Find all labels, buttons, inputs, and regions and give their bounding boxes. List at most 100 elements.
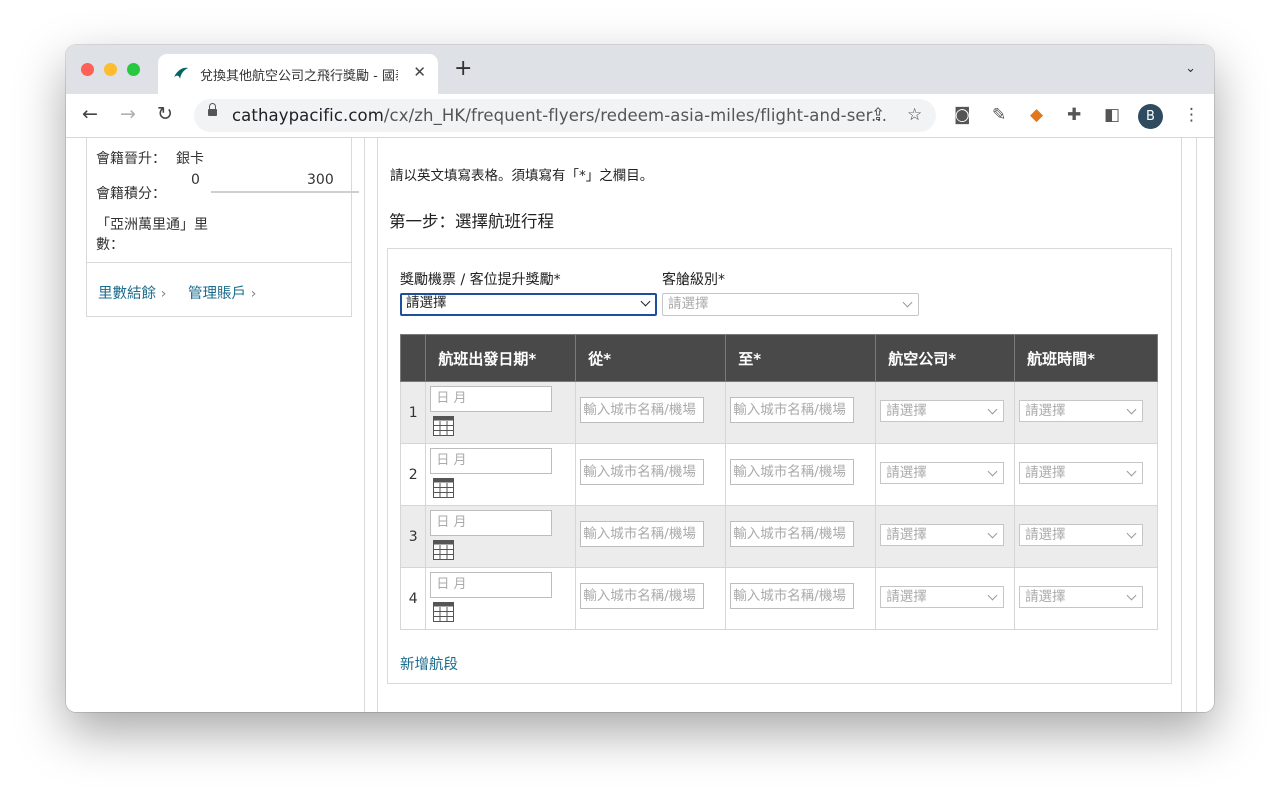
camera-icon[interactable]: ◙ bbox=[954, 106, 971, 124]
column-divider-inner bbox=[377, 138, 378, 712]
header-from: 從* bbox=[575, 334, 727, 382]
from-cell: 輸入城市名稱/機場 bbox=[575, 505, 727, 568]
flight-segments-table: 航班出發日期* 從* 至* 航空公司* 航班時間* 1 日 月 輸入城市名稱/機… bbox=[399, 334, 1158, 630]
date-input[interactable]: 日 月 bbox=[430, 448, 553, 474]
eyedropper-extension-icon[interactable]: ✎ bbox=[992, 106, 1006, 124]
to-input[interactable]: 輸入城市名稱/機場 bbox=[730, 459, 855, 485]
chevron-right-icon: › bbox=[250, 286, 257, 302]
miles-label-line2: 數： bbox=[96, 237, 124, 253]
active-tab[interactable]: 兌換其他航空公司之飛行獎勵 - 國泰航空 ✕ bbox=[158, 54, 438, 94]
from-input[interactable]: 輸入城市名稱/機場 bbox=[580, 521, 705, 547]
flight-time-select[interactable]: 請選擇 bbox=[1019, 524, 1144, 546]
manage-account-link[interactable]: 管理賬戶 › bbox=[188, 282, 256, 303]
chevron-down-icon bbox=[987, 404, 998, 415]
browser-toolbar: ← → ↻ cathaypacific.com/cx/zh_HK/frequen… bbox=[66, 94, 1214, 138]
back-arrow-icon[interactable]: ← bbox=[82, 103, 98, 125]
calendar-icon[interactable] bbox=[433, 602, 455, 622]
to-input[interactable]: 輸入城市名稱/機場 bbox=[730, 521, 855, 547]
to-cell: 輸入城市名稱/機場 bbox=[725, 505, 877, 568]
header-departure-date: 航班出發日期* bbox=[425, 334, 577, 382]
award-type-select[interactable]: 請選擇 bbox=[400, 293, 657, 316]
calendar-icon[interactable] bbox=[433, 416, 455, 436]
address-bar[interactable]: cathaypacific.com/cx/zh_HK/frequent-flye… bbox=[194, 99, 936, 132]
date-cell: 日 月 bbox=[425, 381, 577, 444]
airline-select[interactable]: 請選擇 bbox=[880, 400, 1005, 422]
table-header-row: 航班出發日期* 從* 至* 航空公司* 航班時間* bbox=[399, 334, 1158, 382]
date-input[interactable]: 日 月 bbox=[430, 572, 553, 598]
tab-bar: 兌換其他航空公司之飛行獎勵 - 國泰航空 ✕ + ⌄ bbox=[66, 45, 1214, 94]
from-input[interactable]: 輸入城市名稱/機場 bbox=[580, 459, 705, 485]
chevron-down-icon bbox=[987, 528, 998, 539]
points-max: 300 bbox=[307, 172, 334, 188]
to-input[interactable]: 輸入城市名稱/機場 bbox=[730, 397, 855, 423]
more-menu-icon[interactable]: ⋮ bbox=[1183, 106, 1200, 124]
column-divider-right-outer bbox=[1196, 138, 1197, 712]
new-tab-button[interactable]: + bbox=[454, 58, 472, 80]
row-number: 1 bbox=[399, 381, 427, 444]
points-label: 會籍積分： bbox=[96, 186, 166, 202]
reload-icon[interactable]: ↻ bbox=[157, 103, 173, 125]
lock-icon bbox=[208, 103, 217, 116]
date-cell: 日 月 bbox=[425, 505, 577, 568]
time-cell: 請選擇 bbox=[1014, 567, 1158, 630]
add-segment-link[interactable]: 新增航段 bbox=[400, 653, 458, 674]
metamask-fox-icon[interactable]: ◆ bbox=[1030, 106, 1043, 124]
itinerary-form: 獎勵機票 / 客位提升獎勵* 客艙級別* 請選擇 請選擇 航班出發日期* 從* … bbox=[387, 248, 1172, 684]
row-number: 3 bbox=[399, 505, 427, 568]
close-tab-icon[interactable]: ✕ bbox=[413, 63, 426, 81]
panel-divider bbox=[87, 262, 351, 263]
browser-window: 兌換其他航空公司之飛行獎勵 - 國泰航空 ✕ + ⌄ ← → ↻ cathayp… bbox=[66, 45, 1214, 712]
chevron-down-icon bbox=[987, 590, 998, 601]
time-cell: 請選擇 bbox=[1014, 381, 1158, 444]
time-cell: 請選擇 bbox=[1014, 505, 1158, 568]
forward-arrow-icon[interactable]: → bbox=[120, 103, 136, 125]
extensions-puzzle-icon[interactable]: ✚ bbox=[1067, 106, 1081, 124]
share-icon[interactable]: ⇪ bbox=[871, 105, 885, 125]
flight-time-select[interactable]: 請選擇 bbox=[1019, 400, 1144, 422]
date-input[interactable]: 日 月 bbox=[430, 386, 553, 412]
header-flight-time: 航班時間* bbox=[1014, 334, 1158, 382]
to-input[interactable]: 輸入城市名稱/機場 bbox=[730, 583, 855, 609]
chevron-down-icon bbox=[1126, 528, 1137, 539]
date-input[interactable]: 日 月 bbox=[430, 510, 553, 536]
flight-time-select[interactable]: 請選擇 bbox=[1019, 462, 1144, 484]
airline-cell: 請選擇 bbox=[875, 567, 1016, 630]
points-min: 0 bbox=[191, 172, 200, 188]
close-window-button[interactable] bbox=[81, 63, 94, 76]
airline-cell: 請選擇 bbox=[875, 443, 1016, 506]
date-cell: 日 月 bbox=[425, 567, 577, 630]
airline-cell: 請選擇 bbox=[875, 505, 1016, 568]
tier-label: 會籍晉升： bbox=[96, 151, 166, 167]
minimize-window-button[interactable] bbox=[104, 63, 117, 76]
chevron-down-icon bbox=[1126, 404, 1137, 415]
chevron-down-icon bbox=[1126, 590, 1137, 601]
cabin-class-select[interactable]: 請選擇 bbox=[662, 293, 919, 316]
chevron-down-icon bbox=[1126, 466, 1137, 477]
tab-search-chevron-icon[interactable]: ⌄ bbox=[1185, 61, 1196, 76]
chevron-down-icon bbox=[902, 297, 913, 308]
from-cell: 輸入城市名稱/機場 bbox=[575, 443, 727, 506]
profile-avatar[interactable]: B bbox=[1138, 104, 1163, 129]
header-row-number bbox=[399, 334, 427, 382]
miles-balance-link[interactable]: 里數結餘 › bbox=[98, 282, 166, 303]
airline-select[interactable]: 請選擇 bbox=[880, 586, 1005, 608]
side-panel-icon[interactable]: ◧ bbox=[1104, 106, 1120, 124]
airline-select[interactable]: 請選擇 bbox=[880, 462, 1005, 484]
calendar-icon[interactable] bbox=[433, 478, 455, 498]
column-divider-right bbox=[1181, 138, 1182, 712]
from-cell: 輸入城市名稱/機場 bbox=[575, 567, 727, 630]
airline-select[interactable]: 請選擇 bbox=[880, 524, 1005, 546]
bookmark-star-icon[interactable]: ☆ bbox=[907, 105, 922, 125]
flight-time-select[interactable]: 請選擇 bbox=[1019, 586, 1144, 608]
from-input[interactable]: 輸入城市名稱/機場 bbox=[580, 397, 705, 423]
chevron-right-icon: › bbox=[160, 286, 167, 302]
url-text: cathaypacific.com/cx/zh_HK/frequent-flye… bbox=[232, 106, 888, 125]
page-content: 會籍晉升： 銀卡 會籍積分： 0 300 「亞洲萬里通」里 數： 里數結餘 › … bbox=[66, 137, 1214, 712]
from-input[interactable]: 輸入城市名稱/機場 bbox=[580, 583, 705, 609]
maximize-window-button[interactable] bbox=[127, 63, 140, 76]
calendar-icon[interactable] bbox=[433, 540, 455, 560]
from-cell: 輸入城市名稱/機場 bbox=[575, 381, 727, 444]
date-cell: 日 月 bbox=[425, 443, 577, 506]
airline-cell: 請選擇 bbox=[875, 381, 1016, 444]
row-number: 4 bbox=[399, 567, 427, 630]
